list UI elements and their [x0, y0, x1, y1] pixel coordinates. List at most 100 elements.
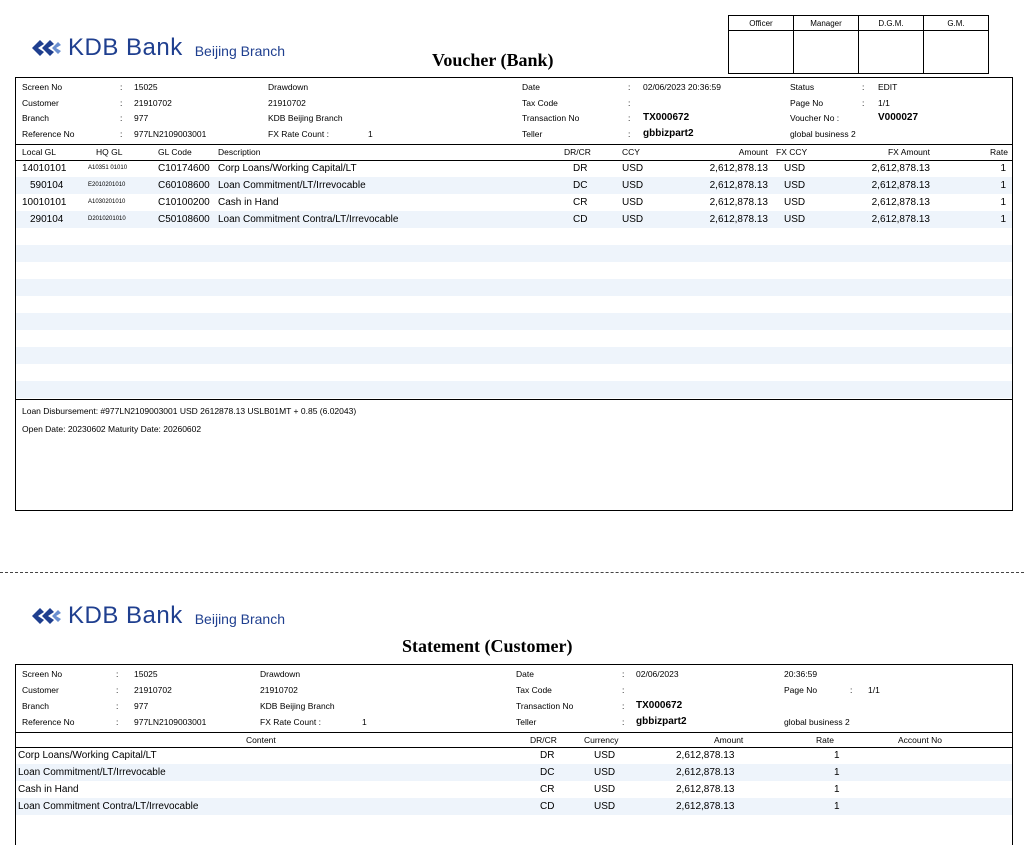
table-row[interactable]: 14010101 A10351 01010 C10174600 Corp Loa…	[16, 160, 1012, 177]
description: Corp Loans/Working Capital/LT	[218, 163, 357, 174]
branch-name: KDB Beijing Branch	[260, 701, 335, 711]
fx-ccy: USD	[784, 180, 806, 191]
col-fx-ccy: FX CCY	[776, 147, 808, 157]
col-amount: Amount	[738, 147, 768, 157]
fx-amount: 2,612,878.13	[871, 197, 930, 208]
customer-id: 21910702	[134, 685, 172, 695]
col-drcr: DR/CR	[530, 735, 557, 745]
transaction-no: TX000672	[636, 700, 683, 711]
colon: :	[862, 82, 865, 92]
statement-panel: Screen No : 15025 Drawdown Customer : 21…	[15, 664, 1013, 845]
page-no-label: Page No	[784, 685, 818, 695]
status-label: Status	[790, 82, 815, 92]
amount: 2,612,878.13	[709, 180, 768, 191]
table-row[interactable]: Loan Commitment/LT/Irrevocable DC USD 2,…	[16, 764, 1012, 781]
customer-name: 21910702	[260, 685, 298, 695]
branch-label: Branch	[22, 113, 49, 123]
content: Cash in Hand	[18, 784, 79, 795]
colon: :	[120, 113, 123, 123]
screen-no: 15025	[134, 669, 158, 679]
rate: 1	[1000, 180, 1006, 191]
page-no: 1/1	[878, 98, 890, 108]
table-row[interactable]: 590104 E2010201010 C60108600 Loan Commit…	[16, 177, 1012, 194]
col-content: Content	[246, 735, 276, 745]
teller-id: gbbizpart2	[643, 128, 694, 139]
dr-cr: CD	[540, 801, 555, 812]
screen-no-label: Screen No	[22, 669, 63, 679]
bank-branch: Beijing Branch	[194, 611, 285, 627]
col-rate: Rate	[990, 147, 1008, 157]
empty-row	[16, 347, 1012, 364]
status-value: EDIT	[878, 82, 898, 92]
colon: :	[622, 685, 625, 695]
customer-id: 21910702	[134, 98, 172, 108]
colon: :	[116, 669, 119, 679]
col-account-no: Account No	[898, 735, 942, 745]
voucher-table-header: Local GL HQ GL GL Code Description DR/CR…	[16, 144, 1012, 161]
rate: 1	[1000, 197, 1006, 208]
customer-label: Customer	[22, 685, 59, 695]
screen-name: Drawdown	[260, 669, 301, 679]
empty-row	[16, 313, 1012, 330]
branch-code: 977	[134, 701, 149, 711]
dr-cr: DC	[573, 180, 588, 191]
screen-no: 15025	[134, 82, 158, 92]
rate: 1	[834, 801, 840, 812]
table-row[interactable]: 10010101 A1030201010 C10100200 Cash in H…	[16, 194, 1012, 211]
table-row[interactable]: Loan Commitment Contra/LT/Irrevocable CD…	[16, 798, 1012, 815]
table-row[interactable]: Cash in Hand CR USD 2,612,878.13 1	[16, 781, 1012, 798]
signoff-manager-box[interactable]	[793, 30, 859, 74]
ccy: USD	[622, 180, 644, 191]
voucher-table-body: 14010101 A10351 01010 C10174600 Corp Loa…	[16, 160, 1012, 398]
hq-gl: A10351 01010	[88, 165, 128, 171]
colon: :	[628, 98, 631, 108]
local-gl: 590104	[30, 180, 64, 191]
dr-cr: CR	[540, 784, 555, 795]
colon: :	[622, 717, 625, 727]
fx-amount: 2,612,878.13	[871, 180, 930, 191]
table-row[interactable]: Corp Loans/Working Capital/LT DR USD 2,6…	[16, 747, 1012, 764]
bank-branch: Beijing Branch	[194, 43, 285, 59]
currency: USD	[594, 767, 616, 778]
transaction-no: TX000672	[643, 112, 690, 123]
amount: 2,612,878.13	[709, 163, 768, 174]
local-gl: 10010101	[22, 197, 67, 208]
signoff-dgm-box[interactable]	[858, 30, 924, 74]
voucher-no-label: Voucher No :	[790, 113, 840, 123]
description: Loan Commitment Contra/LT/Irrevocable	[218, 214, 399, 225]
rate: 1	[1000, 163, 1006, 174]
signoff-officer-label: Officer	[728, 15, 794, 31]
col-ccy: CCY	[622, 147, 640, 157]
page-no: 1/1	[868, 685, 880, 695]
signoff-gm-label: G.M.	[923, 15, 989, 31]
reference-no: 977LN2109003001	[134, 129, 207, 139]
teller-group: global business 2	[790, 129, 856, 139]
dr-cr: CR	[573, 197, 588, 208]
signoff-dgm-label: D.G.M.	[858, 15, 924, 31]
signoff-officer-box[interactable]	[728, 30, 794, 74]
colon: :	[120, 129, 123, 139]
colon: :	[622, 701, 625, 711]
colon: :	[862, 98, 865, 108]
customer-name: 21910702	[268, 98, 306, 108]
voucher-notes: Loan Disbursement: #977LN2109003001 USD …	[16, 399, 1012, 510]
amount: 2,612,878.13	[709, 197, 768, 208]
screen-name: Drawdown	[268, 82, 309, 92]
voucher-panel: Screen No : 15025 Drawdown Customer : 21…	[15, 77, 1013, 511]
date-value: 02/06/2023	[636, 669, 679, 679]
statement-title: Statement (Customer)	[402, 636, 573, 656]
empty-row	[16, 296, 1012, 313]
gl-code: C50108600	[158, 214, 210, 225]
fx-rate-count: 1	[368, 129, 373, 139]
col-amount: Amount	[714, 735, 744, 745]
voucher-title: Voucher (Bank)	[432, 50, 554, 70]
fx-rate-label: FX Rate Count :	[268, 129, 329, 139]
voucher-info: Screen No : 15025 Drawdown Customer : 21…	[16, 78, 1012, 144]
dr-cr: DC	[540, 767, 555, 778]
empty-row	[16, 364, 1012, 381]
table-row[interactable]: 290104 D2010201010 C50108600 Loan Commit…	[16, 211, 1012, 228]
fx-rate-label: FX Rate Count :	[260, 717, 321, 727]
branch-code: 977	[134, 113, 149, 123]
signoff-gm-box[interactable]	[923, 30, 989, 74]
fx-amount: 2,612,878.13	[871, 163, 930, 174]
